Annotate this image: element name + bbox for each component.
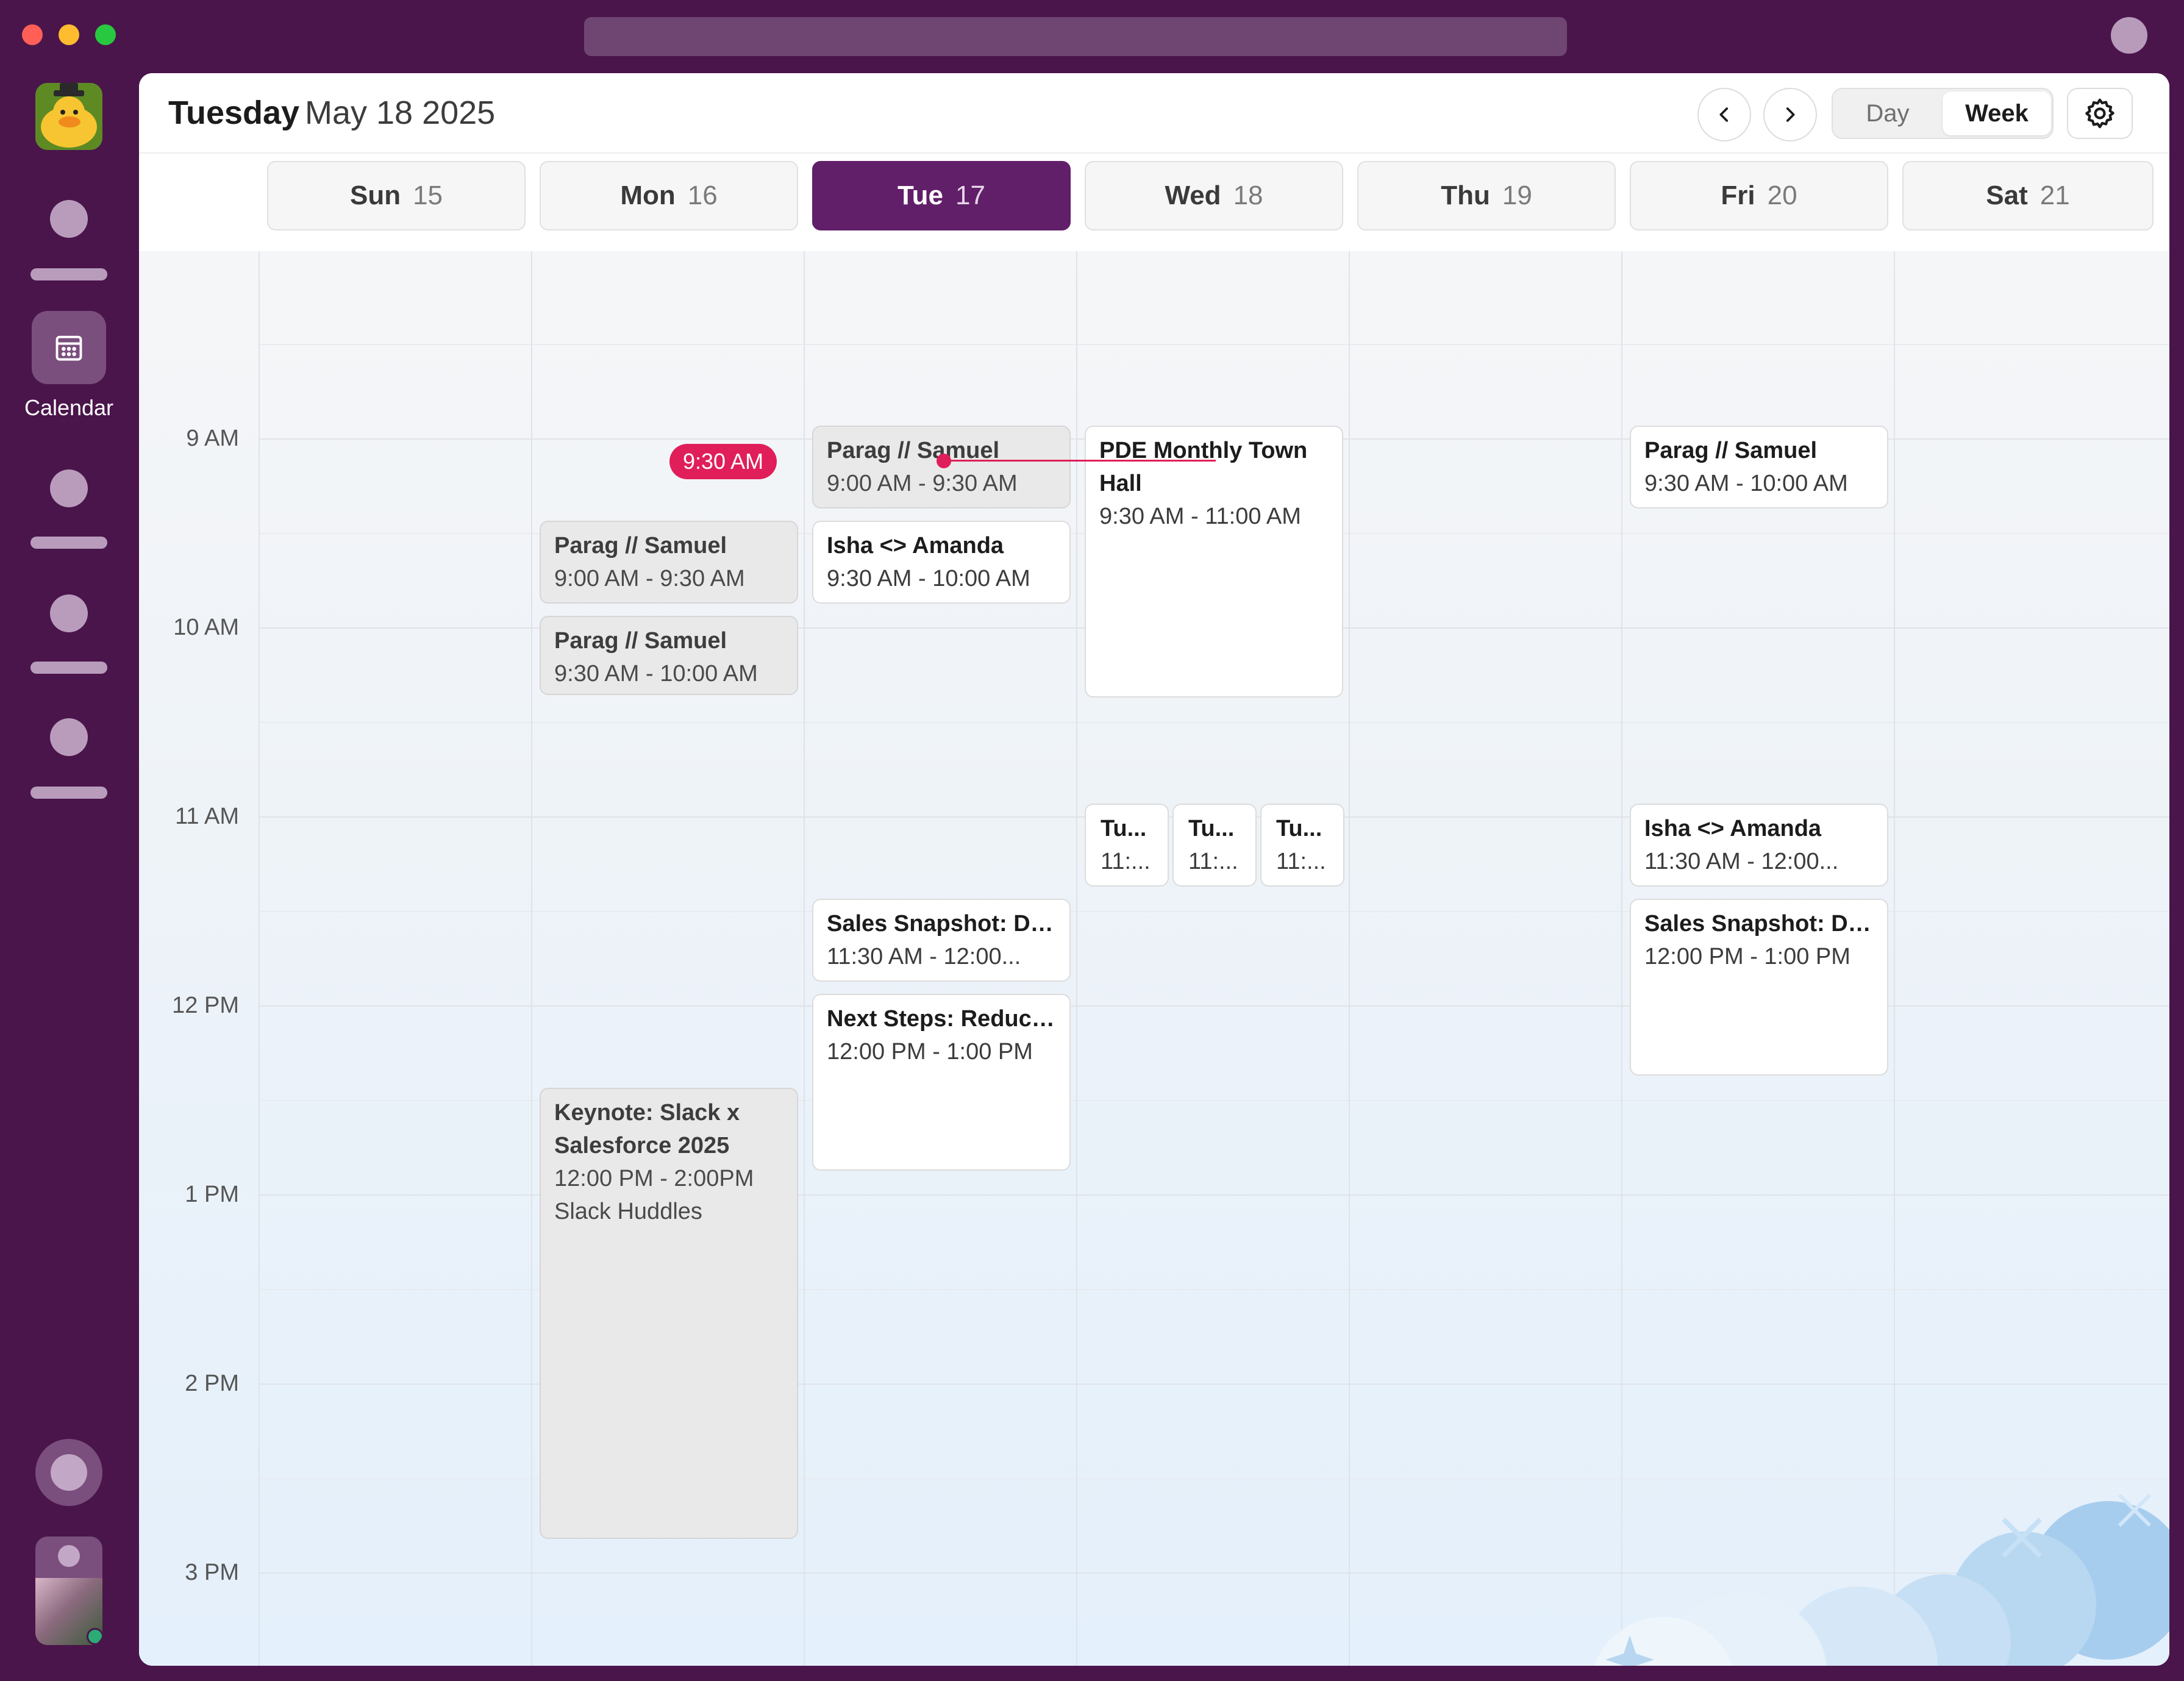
day-header-wed[interactable]: Wed 18 (1085, 161, 1343, 230)
event-tue-sales-snapshot[interactable]: Sales Snapshot: De... 11:30 AM - 12:00..… (812, 899, 1071, 982)
window-minimize-button[interactable] (59, 24, 79, 45)
calendar-header: Tuesday May 18 2025 Day Week (139, 73, 2169, 154)
event-mon-parag-samuel-1[interactable]: Parag // Samuel 9:00 AM - 9:30 AM (540, 521, 798, 604)
calendar-window: Tuesday May 18 2025 Day Week Sun 15 Mon 16… (139, 73, 2169, 1666)
view-toggle: Day Week (1832, 88, 2054, 139)
page-title-day: Tuesday (168, 95, 300, 131)
week-grid[interactable]: 9 AM 10 AM 11 AM 12 PM 1 PM 2 PM 3 PM Pa… (139, 251, 2169, 1666)
status-online-icon (87, 1628, 102, 1645)
window-zoom-button[interactable] (95, 24, 116, 45)
event-fri-parag-samuel[interactable]: Parag // Samuel 9:30 AM - 10:00 AM (1630, 426, 1888, 509)
time-label-9am: 9 AM (186, 426, 239, 451)
view-week-button[interactable]: Week (1943, 91, 2051, 135)
time-label-11am: 11 AM (175, 804, 239, 829)
time-label-12pm: 12 PM (172, 993, 239, 1018)
time-label-3pm: 3 PM (185, 1560, 239, 1585)
current-time-line (944, 460, 1216, 462)
chevron-right-icon (1786, 107, 1795, 122)
view-day-button[interactable]: Day (1833, 89, 1943, 138)
event-wed-tu-2[interactable]: Tu... 11:... (1172, 804, 1257, 887)
event-tue-isha-amanda[interactable]: Isha <> Amanda 9:30 AM - 10:00 AM (812, 521, 1071, 604)
day-header-mon[interactable]: Mon 16 (540, 161, 798, 230)
rail-item-calendar[interactable] (32, 311, 106, 384)
next-week-button[interactable] (1763, 88, 1817, 141)
search-bar[interactable] (584, 17, 1567, 56)
event-fri-isha-amanda[interactable]: Isha <> Amanda 11:30 AM - 12:00... (1630, 804, 1888, 887)
rail-item-3-icon[interactable] (50, 594, 88, 632)
previous-week-button[interactable] (1697, 88, 1751, 141)
event-wed-tu-3[interactable]: Tu... 11:... (1260, 804, 1344, 887)
rail-item-4-icon[interactable] (50, 718, 88, 756)
window-close-button[interactable] (22, 24, 43, 45)
event-tue-next-steps[interactable]: Next Steps: Reduci... 12:00 PM - 1:00 PM (812, 994, 1071, 1171)
event-location: Slack Huddles (554, 1199, 702, 1224)
time-label-1pm: 1 PM (185, 1182, 239, 1207)
settings-button[interactable] (2067, 88, 2133, 139)
current-time-dot (937, 454, 951, 468)
event-wed-tu-1[interactable]: Tu... 11:... (1085, 804, 1169, 887)
rail-calendar-label: Calendar (24, 395, 114, 420)
rail-status-button[interactable] (35, 1439, 102, 1506)
rail-item-3-label (30, 662, 107, 674)
time-label-2pm: 2 PM (185, 1371, 239, 1396)
time-label-10am: 10 AM (173, 615, 239, 640)
current-time-badge: 9:30 AM (669, 444, 777, 479)
day-header-thu[interactable]: Thu 19 (1357, 161, 1616, 230)
cloud-decoration-icon (1594, 1493, 2169, 1666)
event-fri-sales-snapshot[interactable]: Sales Snapshot: De... 12:00 PM - 1:00 PM (1630, 899, 1888, 1076)
event-mon-parag-samuel-2[interactable]: Parag // Samuel 9:30 AM - 10:00 AM (540, 616, 798, 695)
rail-item-4-label (30, 787, 107, 799)
account-menu-button[interactable] (2111, 17, 2147, 54)
day-header-sun[interactable]: Sun 15 (267, 161, 526, 230)
rail-item-home-label (30, 268, 107, 280)
chevron-left-icon (1719, 107, 1729, 122)
page-title-date: May 18 2025 (305, 95, 496, 131)
app-logo-duck-icon[interactable] (35, 83, 102, 150)
rail-item-2-icon[interactable] (50, 469, 88, 507)
event-wed-pde-town-hall[interactable]: PDE Monthly Town Hall 9:30 AM - 11:00 AM (1085, 426, 1343, 698)
avatar[interactable] (35, 1536, 102, 1645)
gear-icon (2085, 98, 2114, 129)
calendar-icon (55, 335, 82, 361)
day-header-tue[interactable]: Tue 17 (812, 161, 1071, 230)
day-header-fri[interactable]: Fri 20 (1630, 161, 1888, 230)
rail-item-2-label (30, 537, 107, 549)
day-header-sat[interactable]: Sat 21 (1902, 161, 2154, 230)
rail-item-home-icon[interactable] (50, 200, 88, 238)
event-mon-keynote[interactable]: Keynote: Slack x Salesforce 2025 12:00 P… (540, 1088, 798, 1539)
